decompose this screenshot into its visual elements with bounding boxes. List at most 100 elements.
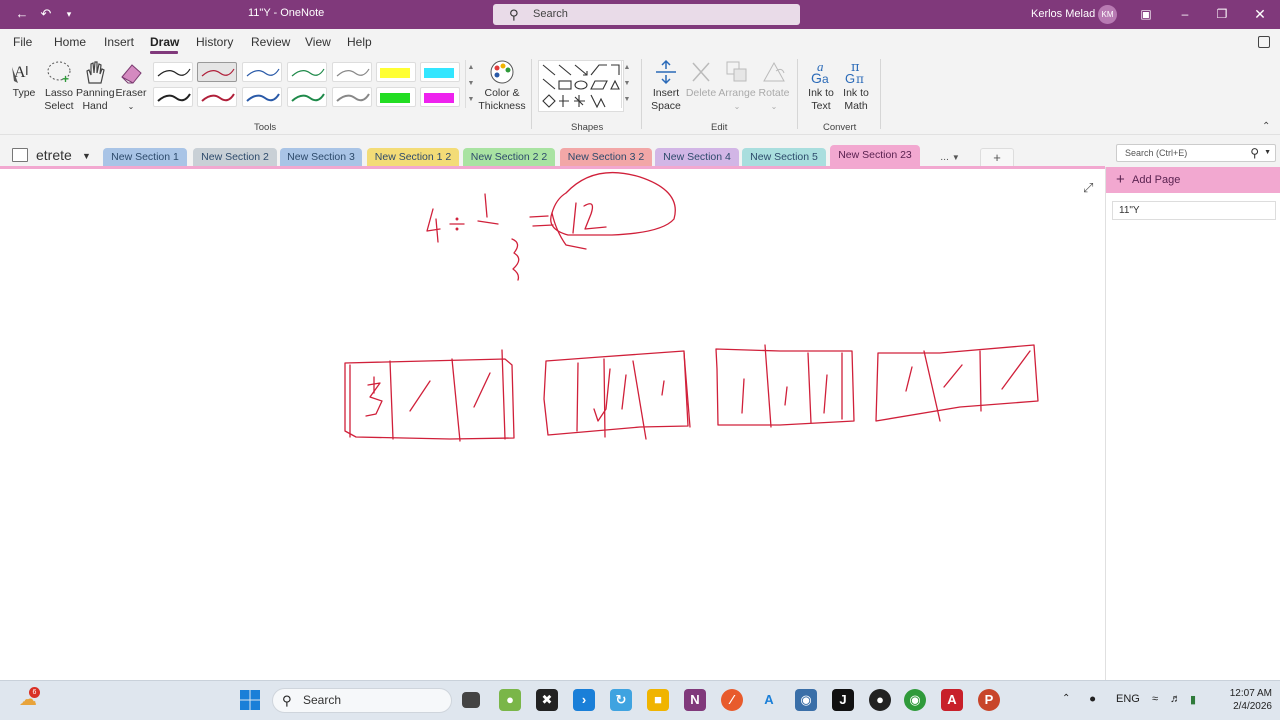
language-indicator[interactable]: ENG	[1116, 693, 1140, 705]
notebook-dropdown-icon[interactable]: ▼	[82, 151, 91, 161]
highlighter-cyan[interactable]	[420, 62, 460, 82]
avatar[interactable]: KM	[1098, 5, 1117, 24]
section-tab-8[interactable]: New Section 5	[742, 148, 826, 167]
volume-icon[interactable]: ♬	[1170, 693, 1181, 705]
type-button[interactable]: AI Type	[8, 59, 40, 100]
wifi-icon[interactable]: ≈	[1152, 693, 1158, 705]
back-icon[interactable]: ←	[14, 6, 30, 22]
more-sections-button[interactable]: ... ▼	[930, 148, 970, 167]
add-section-button[interactable]: +	[980, 148, 1014, 167]
immersive-reader-icon[interactable]	[1258, 36, 1270, 48]
vscode-icon[interactable]: ›	[573, 689, 595, 711]
pen-black-thick[interactable]	[153, 87, 193, 107]
notebook-icon[interactable]	[12, 148, 28, 162]
title-search-box[interactable]: ⚲ Search	[493, 4, 800, 25]
menu-draw[interactable]: Draw	[150, 35, 179, 49]
restore-icon[interactable]: ❐	[1214, 5, 1230, 23]
app-icon-refresh[interactable]: ↻	[610, 689, 632, 711]
active-menu-underline	[150, 51, 178, 54]
menu-insert[interactable]: Insert	[104, 35, 134, 49]
shapes-gallery[interactable]	[538, 60, 624, 112]
edit-group-label: Edit	[711, 122, 728, 133]
page-list-item[interactable]: 11"Y	[1112, 201, 1276, 220]
menu-view[interactable]: View	[305, 35, 331, 49]
color-label-2: Thickness	[478, 100, 526, 112]
eraser-dropdown-icon[interactable]: ⌄	[128, 102, 135, 111]
section-tab-2[interactable]: New Section 2	[193, 148, 277, 167]
pen-black-thin[interactable]	[153, 62, 193, 82]
highlighter-magenta[interactable]	[420, 87, 460, 107]
close-icon[interactable]: ✕	[1252, 5, 1268, 23]
pen-blue-thick[interactable]	[242, 87, 282, 107]
task-view-icon[interactable]	[462, 692, 480, 708]
chrome-icon[interactable]: ◉	[904, 689, 926, 711]
jetbrains-icon[interactable]: J	[832, 689, 854, 711]
show-hidden-icons[interactable]: ⌃	[1062, 693, 1070, 704]
section-tab-3[interactable]: New Section 3	[280, 148, 362, 167]
highlighter-yellow[interactable]	[376, 62, 416, 82]
section-tab-9[interactable]: New Section 23	[830, 145, 920, 167]
pen-red-thin[interactable]	[197, 62, 237, 82]
pen-green-thick[interactable]	[287, 87, 327, 107]
eraser-button[interactable]: Eraser ⌄	[115, 59, 147, 113]
ink-to-math-button[interactable]: πGπ Ink to Math	[839, 59, 873, 113]
panning-hand-button[interactable]: Panning Hand	[76, 59, 115, 113]
section-tab-1[interactable]: New Section 1	[103, 148, 187, 167]
menu-history[interactable]: History	[196, 35, 233, 49]
capcut-icon[interactable]: ✖	[536, 689, 558, 711]
pen-gray-thick[interactable]	[332, 87, 372, 107]
page-canvas[interactable]	[0, 169, 1105, 680]
section-tab-6[interactable]: New Section 3 2	[560, 148, 652, 167]
arrange-button[interactable]: Arrange ⌄	[718, 59, 756, 113]
app-icon-1[interactable]: ●	[499, 689, 521, 711]
file-explorer-icon[interactable]: ■	[647, 689, 669, 711]
notebook-name[interactable]: etrete	[36, 147, 72, 163]
windows-start-icon[interactable]	[239, 689, 261, 711]
section-tab-5[interactable]: New Section 2 2	[463, 148, 555, 167]
clock[interactable]: 12:07 AM 2/4/2026	[1216, 687, 1272, 713]
rotate-button[interactable]: Rotate ⌄	[757, 59, 791, 113]
app-icon-a[interactable]: A	[758, 689, 780, 711]
user-name[interactable]: Kerlos Melad	[1031, 8, 1095, 20]
battery-icon[interactable]: ▮	[1190, 693, 1196, 706]
pen-gray-thin[interactable]	[332, 62, 372, 82]
minimize-icon[interactable]: –	[1177, 5, 1193, 23]
menu-review[interactable]: Review	[251, 35, 290, 49]
menu-home[interactable]: Home	[54, 35, 86, 49]
acrobat-icon[interactable]: A	[941, 689, 963, 711]
collapse-ribbon-icon[interactable]: ⌃	[1262, 121, 1270, 132]
microphone-icon[interactable]: ⚫	[1088, 693, 1097, 706]
expand-page-icon[interactable]: ⤢	[1083, 180, 1093, 196]
hand-icon	[86, 61, 105, 84]
database-icon[interactable]: ◉	[795, 689, 817, 711]
panning-label-2: Hand	[82, 100, 108, 112]
delete-button[interactable]: Delete	[684, 59, 718, 100]
pen-green-thin[interactable]	[287, 62, 327, 82]
app-icon-orange[interactable]: ∕	[721, 689, 743, 711]
undo-icon[interactable]: ↶	[38, 6, 54, 22]
menu-file[interactable]: File	[13, 35, 32, 49]
section-tab-7[interactable]: New Section 4	[655, 148, 739, 167]
arrange-dropdown-icon[interactable]: ⌄	[734, 102, 741, 111]
taskbar-search-input[interactable]: ⚲ Search	[272, 688, 452, 713]
insert-space-button[interactable]: Insert Space	[648, 59, 684, 113]
pens-gallery-scroll[interactable]: ▲ ▼ ▼	[465, 60, 476, 108]
section-tab-4[interactable]: New Section 1 2	[367, 148, 459, 167]
pen-blue-thin[interactable]	[242, 62, 282, 82]
highlighter-green[interactable]	[376, 87, 416, 107]
add-page-button[interactable]: + Add Page	[1106, 167, 1280, 193]
app-icon-dark[interactable]: ●	[869, 689, 891, 711]
menu-help[interactable]: Help	[347, 35, 372, 49]
ink-to-text-button[interactable]: aGa Ink to Text	[804, 59, 838, 113]
pen-red-thick[interactable]	[197, 87, 237, 107]
lasso-select-button[interactable]: + Lasso Select	[42, 59, 76, 113]
color-thickness-button[interactable]: Color & Thickness	[478, 59, 526, 113]
onenote-icon[interactable]: N	[684, 689, 706, 711]
quick-access-dropdown-icon[interactable]: ▾	[61, 6, 77, 22]
search-scope-dropdown-icon[interactable]: ▼	[1264, 145, 1271, 161]
notebook-search-input[interactable]: Search (Ctrl+E) ⚲ ▼	[1116, 144, 1276, 162]
shapes-gallery-scroll[interactable]: ▲ ▼ ▼	[621, 60, 632, 108]
powerpoint-icon[interactable]: P	[978, 689, 1000, 711]
ribbon-display-icon[interactable]: ▣	[1138, 5, 1154, 23]
rotate-dropdown-icon[interactable]: ⌄	[771, 102, 778, 111]
